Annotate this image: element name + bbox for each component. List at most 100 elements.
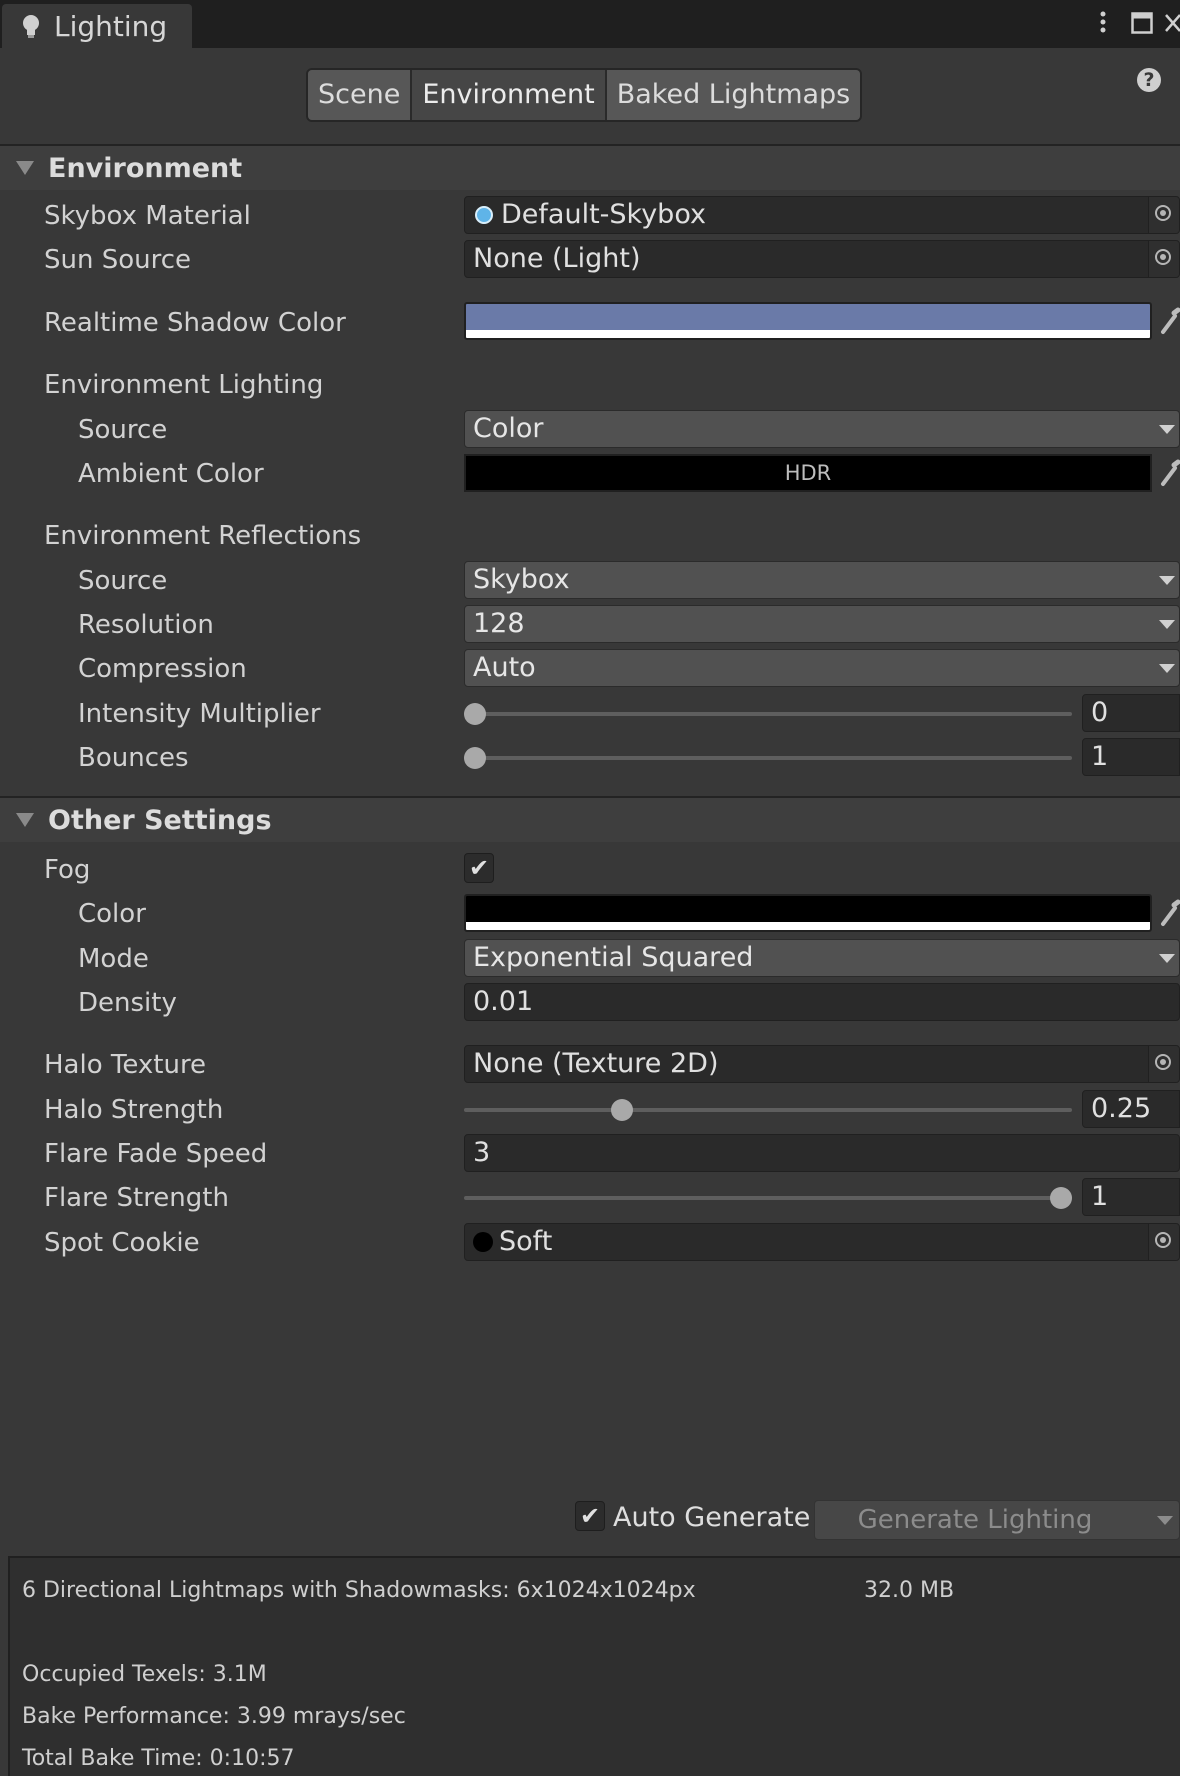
tab-scene[interactable]: Scene — [308, 70, 413, 120]
color-swatch — [466, 304, 1150, 330]
lightmap-stats-panel: 6 Directional Lightmaps with Shadowmasks… — [8, 1556, 1180, 1776]
sun-source-label: Sun Source — [44, 245, 192, 275]
chevron-down-icon — [1159, 954, 1175, 963]
object-picker-icon[interactable] — [1148, 1046, 1179, 1082]
chevron-down-icon — [1159, 620, 1175, 629]
spot-cookie-label: Spot Cookie — [44, 1228, 200, 1258]
resolution-value: 128 — [473, 608, 525, 639]
lighting-mode-tabs: Scene Environment Baked Lightmaps — [306, 68, 863, 122]
ambient-color-field[interactable]: HDR — [464, 454, 1152, 492]
bounces-slider-handle[interactable] — [464, 747, 486, 769]
halo-texture-label: Halo Texture — [44, 1050, 207, 1080]
environment-section-header[interactable]: Environment — [0, 144, 1180, 190]
fog-density-input[interactable]: 0.01 — [464, 983, 1180, 1021]
halo-strength-slider-handle[interactable] — [610, 1099, 633, 1121]
other-settings-section-header[interactable]: Other Settings — [0, 796, 1180, 842]
tab-environment[interactable]: Environment — [412, 70, 607, 120]
eyedropper-icon[interactable] — [1160, 302, 1180, 340]
flare-strength-slider-handle[interactable] — [1050, 1187, 1072, 1209]
flare-fade-speed-label: Flare Fade Speed — [44, 1139, 268, 1169]
bounces-label: Bounces — [78, 743, 189, 773]
fog-color-label: Color — [78, 899, 146, 929]
flare-fade-speed-input[interactable]: 3 — [464, 1134, 1180, 1172]
alpha-bar — [466, 922, 1150, 930]
halo-texture-value: None (Texture 2D) — [473, 1048, 719, 1079]
skybox-material-field[interactable]: Default-Skybox — [464, 196, 1180, 234]
spot-cookie-value: Soft — [499, 1226, 553, 1257]
occupied-texels: Occupied Texels: 3.1M — [22, 1662, 267, 1687]
section-title: Environment — [48, 152, 243, 184]
maximize-icon[interactable] — [1131, 12, 1153, 34]
flare-strength-slider-track[interactable] — [464, 1196, 1072, 1200]
chevron-down-icon[interactable] — [1157, 1516, 1173, 1525]
intensity-multiplier-label: Intensity Multiplier — [78, 699, 321, 729]
fog-density-label: Density — [78, 988, 177, 1018]
check-icon: ✔ — [579, 1502, 601, 1530]
color-swatch — [466, 896, 1150, 922]
object-picker-icon[interactable] — [1148, 197, 1179, 233]
lighting-source-value: Color — [473, 413, 544, 444]
spot-cookie-field[interactable]: Soft — [464, 1223, 1180, 1261]
intensity-slider-handle[interactable] — [464, 703, 486, 725]
environment-lighting-label: Environment Lighting — [44, 370, 324, 400]
halo-strength-slider-track[interactable] — [464, 1108, 1072, 1112]
bounces-input[interactable]: 1 — [1082, 738, 1180, 776]
window-title: Lighting — [54, 9, 168, 43]
resolution-label: Resolution — [78, 610, 214, 640]
compression-value: Auto — [473, 652, 536, 683]
auto-generate-checkbox[interactable]: ✔ — [575, 1501, 605, 1531]
environment-reflections-label: Environment Reflections — [44, 521, 362, 551]
chevron-down-icon — [1159, 664, 1175, 673]
halo-strength-input[interactable]: 0.25 — [1082, 1090, 1180, 1128]
section-title: Other Settings — [48, 804, 272, 836]
compression-dropdown[interactable]: Auto — [464, 649, 1180, 687]
compression-label: Compression — [78, 654, 247, 684]
fog-mode-label: Mode — [78, 944, 149, 974]
flare-strength-label: Flare Strength — [44, 1183, 229, 1213]
bounces-slider-track[interactable] — [464, 756, 1072, 760]
object-picker-icon[interactable] — [1148, 1224, 1179, 1260]
sun-source-field[interactable]: None (Light) — [464, 240, 1180, 278]
lighting-source-dropdown[interactable]: Color — [464, 410, 1180, 448]
reflection-source-label: Source — [78, 566, 168, 596]
realtime-shadow-color-label: Realtime Shadow Color — [44, 308, 346, 338]
skybox-material-icon — [475, 206, 493, 224]
close-icon[interactable] — [1164, 12, 1180, 34]
skybox-material-label: Skybox Material — [44, 201, 251, 231]
lighting-source-label: Source — [78, 415, 168, 445]
eyedropper-icon[interactable] — [1160, 454, 1180, 492]
reflection-source-dropdown[interactable]: Skybox — [464, 561, 1180, 599]
chevron-down-icon — [1159, 425, 1175, 434]
check-icon: ✔ — [468, 854, 490, 882]
intensity-slider-track[interactable] — [464, 712, 1072, 716]
reflection-source-value: Skybox — [473, 564, 570, 595]
lightbulb-icon — [23, 15, 39, 38]
flare-strength-input[interactable]: 1 — [1082, 1178, 1180, 1216]
foldout-arrow-icon — [16, 161, 34, 175]
object-picker-icon[interactable] — [1148, 241, 1179, 277]
eyedropper-icon[interactable] — [1160, 894, 1180, 932]
lightmap-size: 32.0 MB — [864, 1578, 955, 1603]
realtime-shadow-color-field[interactable] — [464, 302, 1152, 340]
generate-lighting-button[interactable]: Generate Lighting — [814, 1500, 1180, 1540]
tab-baked-lightmaps[interactable]: Baked Lightmaps — [606, 70, 861, 120]
help-icon[interactable]: ? — [1137, 68, 1161, 92]
lighting-window-tab[interactable]: Lighting — [2, 4, 192, 48]
intensity-multiplier-input[interactable]: 0 — [1082, 694, 1180, 732]
hdr-badge: HDR — [784, 461, 832, 485]
skybox-material-value: Default-Skybox — [501, 199, 706, 230]
halo-strength-label: Halo Strength — [44, 1095, 224, 1125]
total-bake-time: Total Bake Time: 0:10:57 — [22, 1746, 295, 1771]
fog-color-field[interactable] — [464, 894, 1152, 932]
fog-mode-dropdown[interactable]: Exponential Squared — [464, 939, 1180, 977]
halo-texture-field[interactable]: None (Texture 2D) — [464, 1045, 1180, 1083]
fog-label: Fog — [44, 855, 91, 885]
lighting-toolbar: Scene Environment Baked Lightmaps ? — [0, 48, 1180, 146]
fog-mode-value: Exponential Squared — [473, 942, 754, 973]
fog-checkbox[interactable]: ✔ — [464, 853, 494, 883]
sun-source-value: None (Light) — [473, 243, 641, 274]
vertical-ellipsis-icon[interactable] — [1096, 6, 1110, 38]
ambient-color-label: Ambient Color — [78, 459, 264, 489]
resolution-dropdown[interactable]: 128 — [464, 605, 1180, 643]
bake-performance: Bake Performance: 3.99 mrays/sec — [22, 1704, 406, 1729]
